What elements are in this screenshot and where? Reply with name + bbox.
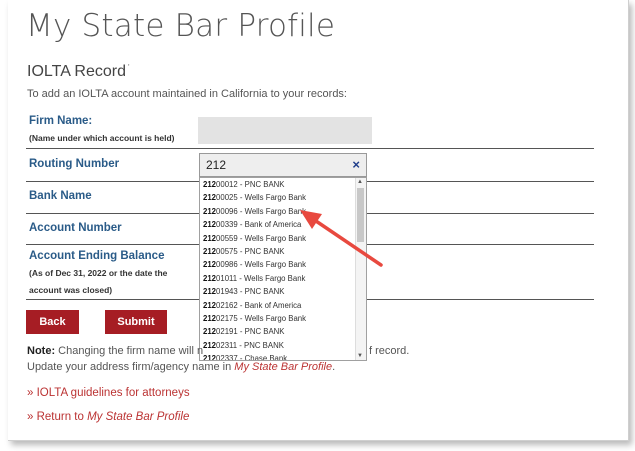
callout-arrow [300, 210, 383, 267]
